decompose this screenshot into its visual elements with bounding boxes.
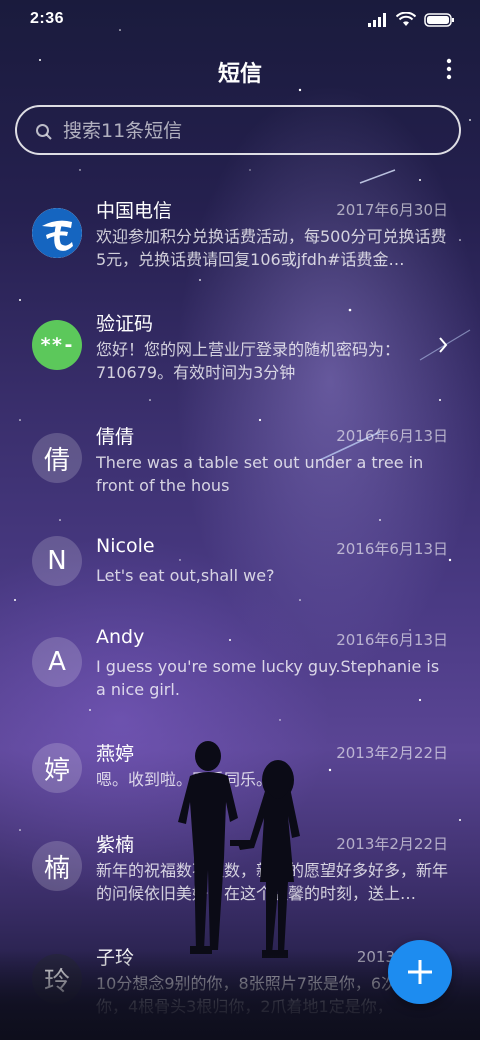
search-icon: [36, 124, 52, 140]
contact-avatar: 玲: [32, 954, 82, 1004]
app-header: 短信: [0, 48, 480, 90]
more-vertical-icon[interactable]: [446, 58, 452, 80]
contact-avatar: 婷: [32, 743, 82, 793]
conversation-preview: Let's eat out,shall we?: [96, 566, 275, 585]
conversation-preview: There was a table set out under a tree i…: [96, 453, 424, 495]
conversation-date: 2016年6月13日: [336, 631, 448, 649]
page-title: 短信: [217, 62, 262, 87]
conversation-name: 子玲: [96, 947, 135, 969]
signal-icon: [368, 12, 386, 27]
contact-avatar: N: [32, 536, 82, 586]
conversation-name: 燕婷: [96, 743, 135, 765]
verification-code-avatar: **-: [32, 320, 82, 370]
conversation-preview: 您好！您的网上营业厅登录的随机密码为：710679。有效时间为3分钟: [96, 340, 401, 382]
battery-icon: [424, 12, 454, 27]
search-input[interactable]: [61, 113, 445, 149]
new-message-button[interactable]: [388, 940, 452, 1004]
conversation-item[interactable]: N Nicole 2016年6月13日 Let's eat out,shall …: [0, 519, 480, 610]
conversation-item[interactable]: A Andy 2016年6月13日 I guess you're some lu…: [0, 610, 480, 723]
conversation-name: 倩倩: [96, 426, 135, 448]
conversation-preview: 嗯。收到啦。同乐同乐。: [96, 770, 273, 789]
conversation-name: Nicole: [96, 535, 155, 557]
conversation-preview: 新年的祝福数不胜数，新年的愿望好多好多，新年的问候依旧美好，在这个温馨的时刻，送…: [96, 861, 448, 903]
conversation-date: 2013年2月22日: [336, 744, 448, 762]
conversation-item[interactable]: **- 验证码 您好！您的网上营业厅登录的随机密码为：710679。有效时间为3…: [0, 293, 480, 406]
status-bar: 2:36: [0, 0, 480, 42]
conversation-item[interactable]: 婷 燕婷 2013年2月22日 嗯。收到啦。同乐同乐。: [0, 723, 480, 814]
conversation-name: 验证码: [96, 313, 154, 335]
conversation-name: 紫楠: [96, 834, 135, 856]
conversation-date: 2013年2月22日: [336, 835, 448, 853]
conversation-item[interactable]: 楠 紫楠 2013年2月22日 新年的祝福数不胜数，新年的愿望好多好多，新年的问…: [0, 814, 480, 927]
conversation-item[interactable]: 中国电信 2017年6月30日 欢迎参加积分兑换话费活动，每500分可兑换话费5…: [0, 180, 480, 293]
conversation-date: 2016年6月13日: [336, 540, 448, 558]
wifi-icon: [396, 12, 416, 26]
status-time: 2:36: [30, 10, 65, 27]
chevron-right-icon[interactable]: [438, 337, 448, 353]
contact-avatar: 楠: [32, 841, 82, 891]
conversation-preview: 欢迎参加积分兑换话费活动，每500分可兑换话费5元，兑换话费请回复106或jfd…: [96, 227, 447, 269]
conversation-preview: I guess you're some lucky guy.Stephanie …: [96, 657, 440, 699]
conversation-date: 2016年6月13日: [336, 427, 448, 445]
plus-icon: [408, 960, 432, 984]
china-telecom-logo: [32, 208, 82, 258]
contact-avatar: 倩: [32, 433, 82, 483]
conversation-name: Andy: [96, 626, 145, 648]
contact-avatar: A: [32, 637, 82, 687]
conversation-name: 中国电信: [96, 200, 173, 222]
conversation-date: 2017年6月30日: [336, 201, 448, 219]
conversation-list: 中国电信 2017年6月30日 欢迎参加积分兑换话费活动，每500分可兑换话费5…: [0, 180, 480, 1027]
conversation-item[interactable]: 倩 倩倩 2016年6月13日 There was a table set ou…: [0, 406, 480, 519]
search-bar[interactable]: [15, 105, 461, 155]
